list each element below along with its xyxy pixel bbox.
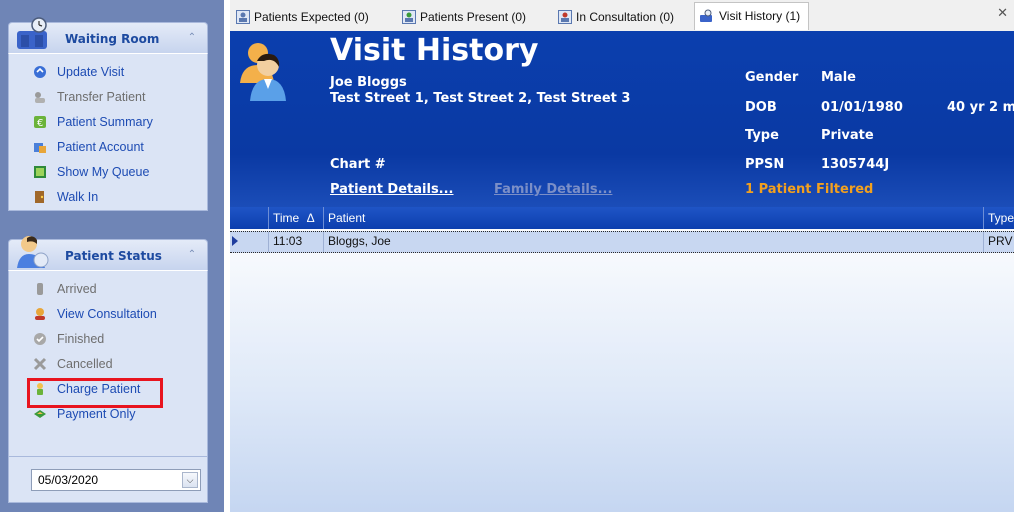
column-label: Time [273, 211, 300, 225]
sidebar-item-label: Patient Account [57, 140, 144, 154]
visit-history-grid: Time Δ Patient Type 11:03 Bloggs, Joe PR… [230, 207, 1014, 512]
patient-status-title: Patient Status [65, 249, 162, 263]
ppsn-label: PPSN [745, 157, 785, 172]
collapse-chevron-icon[interactable]: ⌃ [185, 248, 199, 262]
sidebar-item-label: Transfer Patient [57, 90, 146, 104]
type-value: Private [821, 128, 874, 143]
sidebar-item-patient-account[interactable]: Patient Account [9, 135, 207, 160]
page-title: Visit History [330, 33, 539, 68]
patients-expected-icon [236, 10, 250, 24]
sidebar-item-view-consultation[interactable]: View Consultation [9, 302, 207, 327]
sidebar-item-transfer-patient[interactable]: Transfer Patient [9, 85, 207, 110]
family-details-link[interactable]: Family Details... [494, 182, 612, 197]
patient-account-icon [34, 143, 46, 153]
sidebar-item-show-my-queue[interactable]: Show My Queue [9, 160, 207, 185]
chart-number-label: Chart # [330, 157, 386, 172]
cell-time: 11:03 [268, 232, 323, 252]
sidebar-item-label: View Consultation [57, 307, 157, 321]
tab-in-consultation[interactable]: In Consultation (0) [558, 6, 674, 28]
patient-status-icon [17, 236, 49, 268]
patients-present-icon [402, 10, 416, 24]
sidebar-item-label: Walk In [57, 190, 99, 204]
tab-label: Patients Expected (0) [254, 10, 369, 24]
sidebar-item-arrived[interactable]: Arrived [9, 277, 207, 302]
dob-label: DOB [745, 100, 777, 115]
type-label: Type [745, 128, 779, 143]
chevron-down-icon[interactable]: ⌵ [182, 472, 198, 488]
sidebar-item-walk-in[interactable]: Walk In [9, 185, 207, 210]
sidebar-item-update-visit[interactable]: Update Visit [9, 60, 207, 85]
tab-visit-history[interactable]: Visit History (1) [694, 2, 810, 30]
row-selector-icon [232, 236, 238, 246]
sidebar-item-cancelled[interactable]: Cancelled [9, 352, 207, 377]
gender-value: Male [821, 70, 856, 85]
grid-header: Time Δ Patient Type [230, 207, 1014, 229]
date-value: 05/03/2020 [38, 473, 99, 487]
sidebar: Waiting Room ⌃ Update Visit Transfer Pat… [0, 0, 224, 512]
sidebar-item-label: Update Visit [57, 65, 125, 79]
in-consultation-icon [558, 10, 572, 24]
sidebar-item-label: Patient Summary [57, 115, 153, 129]
table-row[interactable]: 11:03 Bloggs, Joe PRV [230, 231, 1014, 253]
tab-label: Visit History (1) [719, 9, 801, 23]
walk-in-icon [35, 191, 44, 203]
sidebar-item-finished[interactable]: Finished [9, 327, 207, 352]
payment-only-icon [34, 410, 46, 418]
patient-header: Visit History Joe Bloggs Test Street 1, … [230, 31, 1014, 207]
waiting-room-header[interactable]: Waiting Room ⌃ [8, 17, 208, 53]
arrived-icon [37, 283, 43, 295]
patient-avatar-icon [240, 43, 286, 101]
waiting-room-items: Update Visit Transfer Patient € Patient … [8, 53, 208, 211]
sidebar-item-patient-summary[interactable]: € Patient Summary [9, 110, 207, 135]
patient-status-panel: Patient Status ⌃ Arrived View Consultati… [8, 236, 208, 473]
column-header-time[interactable]: Time Δ [268, 207, 323, 229]
tab-bar: Patients Expected (0) Patients Present (… [230, 0, 1014, 31]
close-icon[interactable]: ✕ [997, 5, 1008, 21]
charge-patient-highlight [27, 378, 163, 408]
patient-status-header[interactable]: Patient Status ⌃ [8, 236, 208, 270]
tab-label: Patients Present (0) [420, 10, 527, 24]
sidebar-item-label: Cancelled [57, 357, 113, 371]
patient-details-link[interactable]: Patient Details... [330, 182, 454, 197]
svg-text:€: € [37, 118, 43, 129]
column-label: Patient [328, 211, 366, 225]
date-picker[interactable]: 05/03/2020 ⌵ [31, 469, 201, 491]
cell-patient: Bloggs, Joe [323, 232, 978, 252]
patient-status-items: Arrived View Consultation Finished Cance… [8, 270, 208, 473]
patient-name: Joe Bloggs [330, 75, 407, 90]
view-consultation-icon [35, 308, 45, 320]
ppsn-value: 1305744J [821, 157, 890, 172]
column-header-type[interactable]: Type [983, 207, 1014, 229]
update-visit-icon [34, 66, 46, 78]
cancelled-icon [33, 357, 47, 371]
waiting-room-title: Waiting Room [65, 32, 160, 46]
collapse-chevron-icon[interactable]: ⌃ [185, 31, 199, 45]
gender-label: Gender [745, 70, 799, 85]
sidebar-item-label: Arrived [57, 282, 97, 296]
sidebar-item-label: Show My Queue [57, 165, 150, 179]
sidebar-item-label: Payment Only [57, 407, 136, 421]
waiting-room-panel: Waiting Room ⌃ Update Visit Transfer Pat… [8, 17, 208, 211]
tab-patients-expected[interactable]: Patients Expected (0) [236, 6, 369, 28]
waiting-room-icon [17, 17, 47, 49]
transfer-patient-icon [35, 92, 45, 103]
column-label: Type [988, 211, 1014, 225]
tab-patients-present[interactable]: Patients Present (0) [402, 6, 526, 28]
filter-status: 1 Patient Filtered [745, 182, 874, 197]
cell-type: PRV [983, 232, 1014, 252]
sidebar-item-label: Finished [57, 332, 105, 346]
sort-ascending-icon: Δ [306, 211, 315, 225]
date-panel: 05/03/2020 ⌵ [8, 456, 208, 503]
column-header-patient[interactable]: Patient [323, 207, 978, 229]
show-queue-icon [34, 166, 46, 178]
age-value: 40 yr 2 m [947, 100, 1014, 115]
dob-value: 01/01/1980 [821, 100, 903, 115]
patient-summary-icon: € [34, 116, 46, 129]
patient-address: Test Street 1, Test Street 2, Test Stree… [330, 91, 631, 106]
visit-history-icon [700, 9, 712, 22]
finished-icon [34, 333, 46, 345]
tab-label: In Consultation (0) [576, 10, 675, 24]
